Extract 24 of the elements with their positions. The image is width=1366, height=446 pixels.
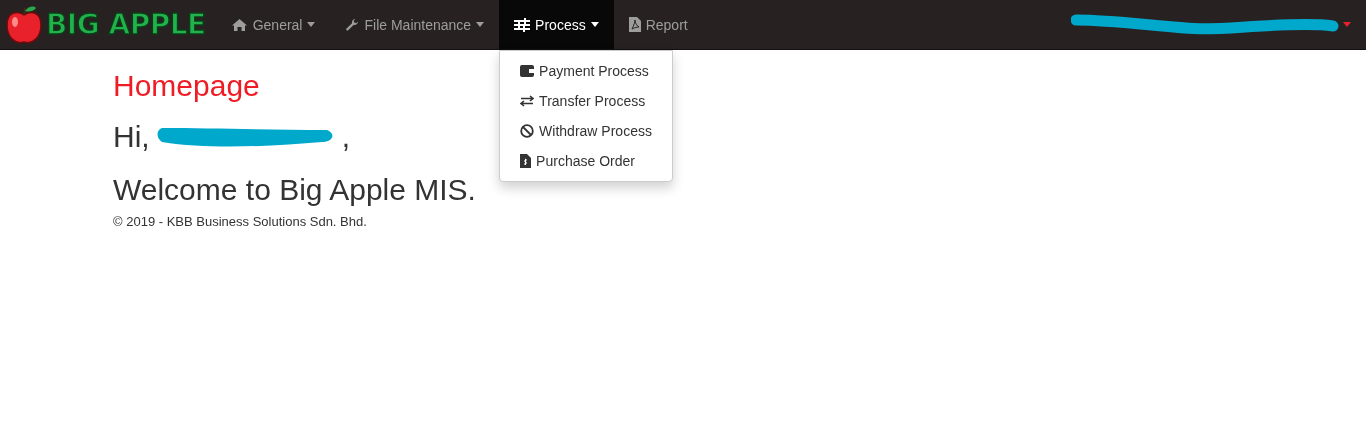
dropdown-item[interactable]: Transfer Process [500, 86, 673, 116]
page-title: Homepage [113, 68, 260, 104]
greeting-text: Hi, [113, 120, 150, 154]
exchange-icon [520, 95, 535, 107]
caret-icon [1343, 22, 1351, 27]
logo-text[interactable]: BIG APPLE [46, 8, 206, 41]
dropdown-item[interactable]: Payment Process [500, 56, 673, 86]
apple-icon[interactable] [5, 4, 43, 45]
ban-icon [520, 124, 535, 138]
dropdown-item[interactable]: Withdraw Process [500, 116, 673, 146]
home-icon [230, 17, 248, 32]
wallet-icon [520, 65, 535, 77]
sliders-icon [514, 17, 531, 32]
dropdown-item[interactable]: Purchase Order [500, 146, 673, 176]
nav-menu-item[interactable]: General [215, 0, 331, 49]
welcome-heading: Welcome to Big Apple MIS. [113, 172, 477, 208]
greeting-comma: , [341, 120, 350, 154]
pdf-file-icon [628, 17, 641, 32]
invoice-icon [520, 154, 532, 168]
nav-menu-item[interactable]: File Maintenance [330, 0, 500, 49]
footer-text: © 2019 - KBB Business Solutions Sdn. Bhd. [113, 214, 368, 229]
nav-menu-item[interactable]: Process [499, 0, 614, 49]
nav-menu-item[interactable]: Report [613, 0, 703, 49]
wrench-icon [345, 17, 360, 32]
